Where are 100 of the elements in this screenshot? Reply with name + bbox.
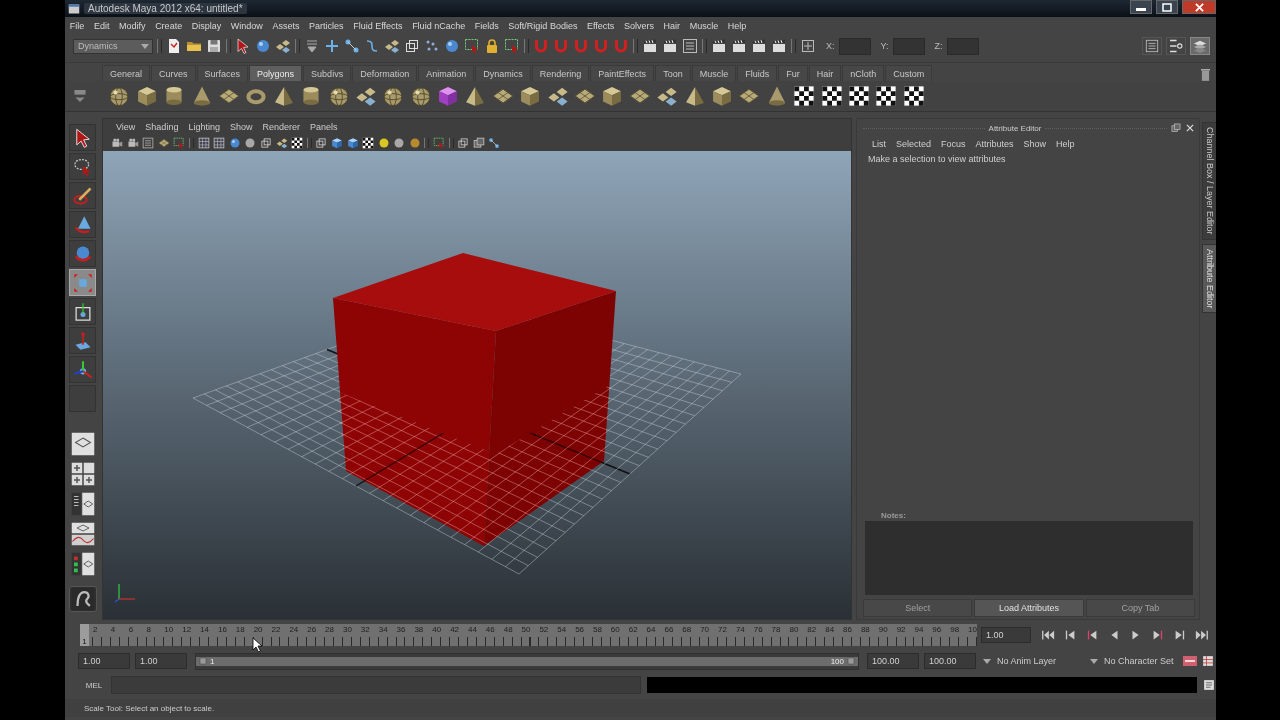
shelf-tab[interactable]: nCloth bbox=[842, 65, 885, 81]
sphere-icon[interactable] bbox=[377, 137, 390, 149]
padlock-icon[interactable] bbox=[484, 38, 500, 54]
clapperboard-icon[interactable] bbox=[711, 38, 727, 54]
slider-handle-icon[interactable] bbox=[847, 657, 855, 665]
wireframe-cube-icon[interactable] bbox=[404, 38, 420, 54]
current-time-field[interactable]: 1.00 bbox=[981, 627, 1031, 643]
cube-icon[interactable] bbox=[601, 85, 624, 107]
wireframe-cube-icon[interactable] bbox=[315, 137, 328, 149]
shelf-tab[interactable]: Fur bbox=[778, 65, 808, 81]
camera-icon[interactable] bbox=[126, 137, 139, 149]
shelf-tab[interactable]: Fluids bbox=[737, 65, 778, 81]
crosshair-box-icon[interactable] bbox=[800, 38, 816, 54]
sphere-icon[interactable] bbox=[255, 38, 271, 54]
trash-can-icon[interactable] bbox=[1201, 69, 1210, 81]
cube-icon[interactable] bbox=[437, 85, 460, 107]
panel-toggle-button[interactable] bbox=[1166, 37, 1186, 55]
panel-menu-item[interactable]: Lighting bbox=[183, 122, 225, 132]
current-frame-marker[interactable]: 1 bbox=[80, 624, 89, 646]
maximize-button[interactable] bbox=[1156, 0, 1178, 14]
plus-icon[interactable] bbox=[324, 38, 340, 54]
wireframe-cube-icon[interactable] bbox=[259, 137, 272, 149]
checker-icon[interactable] bbox=[902, 85, 925, 107]
shelf-tab[interactable]: General bbox=[102, 65, 151, 81]
checker-icon[interactable] bbox=[362, 137, 375, 149]
tool-button[interactable] bbox=[69, 298, 96, 325]
single-view-layout-icon[interactable] bbox=[69, 432, 96, 456]
panel-menu-item[interactable]: View bbox=[111, 122, 141, 132]
sphere-icon[interactable] bbox=[444, 38, 460, 54]
cube-icon[interactable] bbox=[346, 137, 359, 149]
menu-item[interactable]: Effects bbox=[582, 17, 620, 35]
menu-item[interactable]: Fields bbox=[469, 17, 504, 35]
tool-button[interactable] bbox=[69, 182, 96, 209]
cube-icon[interactable] bbox=[711, 85, 733, 107]
grid-icon[interactable] bbox=[1202, 655, 1214, 667]
tiles-icon[interactable] bbox=[275, 38, 291, 54]
cube-icon[interactable] bbox=[135, 85, 158, 107]
tiles-icon[interactable] bbox=[275, 137, 288, 149]
character-set-dropdown[interactable]: No Character Set bbox=[1090, 656, 1178, 666]
menu-item[interactable]: Edit bbox=[89, 17, 115, 35]
pyramid-icon[interactable] bbox=[464, 85, 487, 107]
range-bar[interactable]: 1 100 bbox=[196, 656, 858, 666]
menu-item[interactable]: Modify bbox=[114, 17, 151, 35]
tool-button[interactable] bbox=[69, 327, 96, 354]
tool-button[interactable] bbox=[69, 240, 96, 267]
menu-item[interactable]: Fluid Effects bbox=[348, 17, 408, 35]
tool-button[interactable] bbox=[69, 356, 96, 383]
clapperboard-icon[interactable] bbox=[662, 38, 678, 54]
tool-button[interactable] bbox=[69, 124, 96, 151]
panel-toggle-button[interactable] bbox=[1190, 37, 1210, 55]
panel-menu-item[interactable]: Shading bbox=[140, 122, 184, 132]
y-input-field[interactable] bbox=[892, 37, 925, 55]
playback-start-field[interactable]: 1.00 bbox=[135, 653, 187, 669]
menu-item[interactable]: Display bbox=[186, 17, 227, 35]
panel-menu-item[interactable]: Panels bbox=[304, 122, 343, 132]
sphere-icon[interactable] bbox=[382, 85, 405, 107]
pyramid-icon[interactable] bbox=[683, 85, 706, 107]
panel-toggle-button[interactable] bbox=[1142, 37, 1162, 55]
menu-item[interactable]: Attributes bbox=[970, 139, 1019, 149]
connected-nodes-icon[interactable] bbox=[344, 38, 360, 54]
z-input-field[interactable] bbox=[946, 37, 979, 55]
shelf-menu-icon[interactable] bbox=[74, 90, 86, 102]
wireframe-cube-icon[interactable] bbox=[457, 137, 470, 149]
shelf-tab[interactable]: Hair bbox=[808, 65, 842, 81]
menu-item[interactable]: List bbox=[867, 139, 891, 149]
start-time-field[interactable]: 1.00 bbox=[78, 653, 130, 669]
sphere-icon[interactable] bbox=[409, 85, 432, 107]
shelf-tab[interactable]: Toon bbox=[655, 65, 691, 81]
checker-icon[interactable] bbox=[820, 85, 843, 107]
clapperboard-icon[interactable] bbox=[642, 38, 658, 54]
shelf-tab[interactable]: Surfaces bbox=[196, 65, 249, 81]
sphere-icon[interactable] bbox=[327, 85, 350, 107]
playback-end-field[interactable]: 100.00 bbox=[867, 653, 919, 669]
checker-icon[interactable] bbox=[847, 85, 870, 107]
menu-item[interactable]: Hair bbox=[658, 17, 685, 35]
step-forward-key-icon[interactable] bbox=[1173, 628, 1187, 642]
menu-item[interactable]: Show bbox=[1018, 139, 1052, 149]
filter-icon[interactable] bbox=[304, 38, 320, 54]
tool-button[interactable] bbox=[69, 153, 96, 180]
selection-box-icon[interactable] bbox=[464, 38, 480, 54]
tiles-icon[interactable] bbox=[384, 38, 400, 54]
menu-item[interactable]: Fluid nCache bbox=[407, 17, 470, 35]
menu-item[interactable]: Soft/Rigid Bodies bbox=[503, 17, 583, 35]
selection-box-icon[interactable] bbox=[504, 38, 520, 54]
shelf-tab[interactable]: Dynamics bbox=[475, 65, 531, 81]
close-button[interactable] bbox=[1182, 0, 1216, 14]
shelf-tab[interactable]: Subdivs bbox=[303, 65, 352, 81]
shelf-tab[interactable]: Rendering bbox=[531, 65, 590, 81]
shelf-tab[interactable]: Deformation bbox=[352, 65, 418, 81]
panel-menu-item[interactable]: Show bbox=[224, 122, 258, 132]
cube-icon[interactable] bbox=[330, 137, 343, 149]
skip-to-end-icon[interactable] bbox=[1195, 628, 1209, 642]
tiles-icon[interactable] bbox=[354, 85, 377, 107]
logo-button[interactable] bbox=[68, 586, 97, 612]
sphere-icon[interactable] bbox=[408, 137, 421, 149]
clapperboard-icon[interactable] bbox=[731, 38, 747, 54]
side-tab[interactable]: Channel Box / Layer Editor bbox=[1202, 122, 1216, 240]
range-slider-track[interactable]: 1 100 bbox=[195, 652, 859, 670]
checker-icon[interactable] bbox=[793, 85, 816, 107]
striped-box-icon[interactable] bbox=[1183, 656, 1197, 666]
